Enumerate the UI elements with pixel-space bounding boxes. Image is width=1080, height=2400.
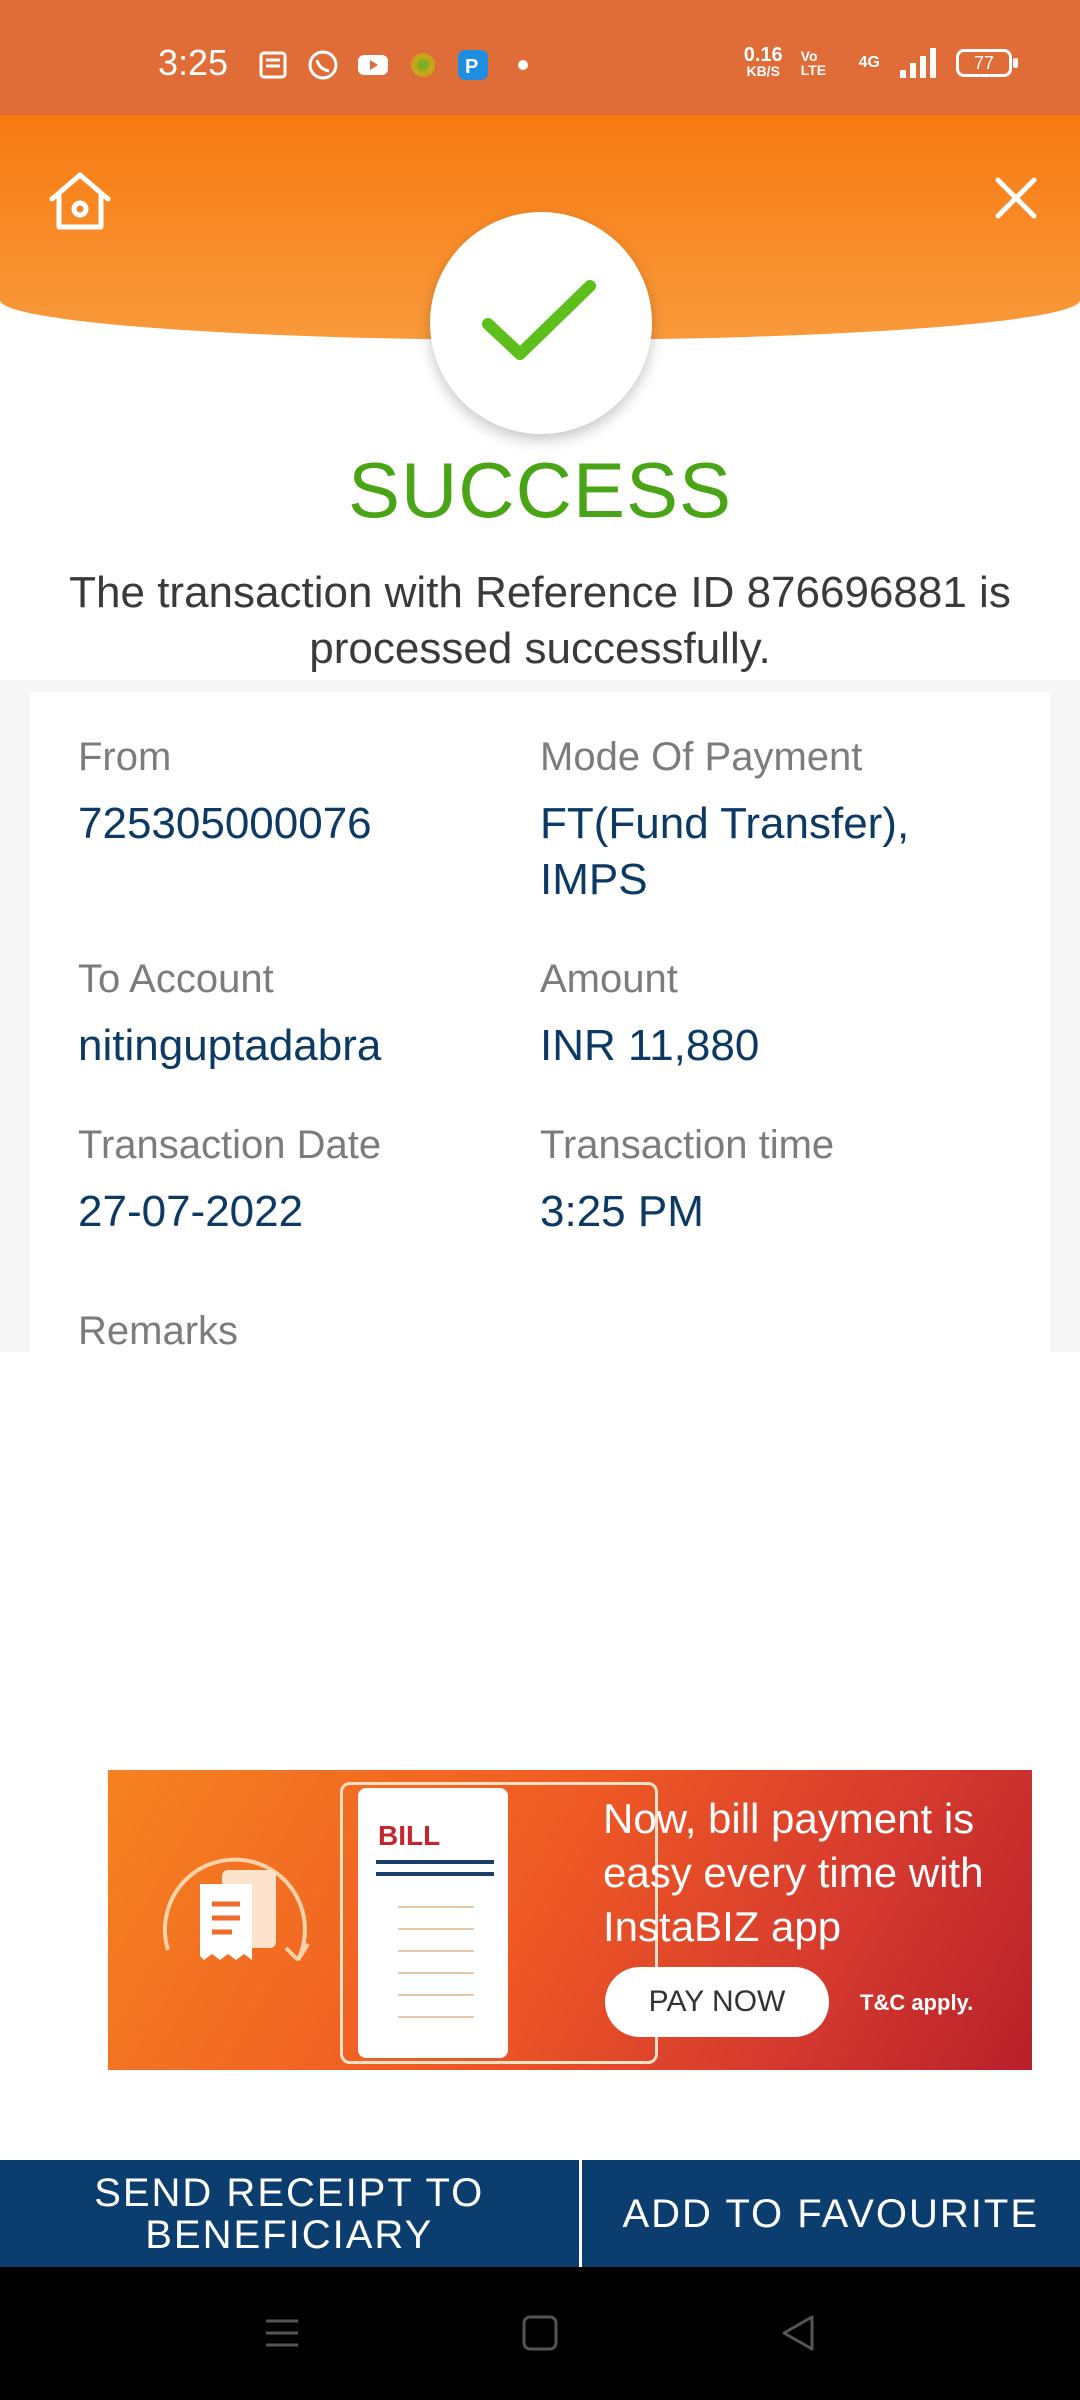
from-field: From 725305000076 <box>78 732 518 852</box>
transaction-details-card: From 725305000076 Mode Of Payment FT(Fun… <box>30 692 1050 1353</box>
bill-line <box>398 1950 474 1952</box>
remarks-label: Remarks <box>78 1309 239 1353</box>
checkmark-icon <box>482 280 596 360</box>
transaction-date-value: 27-07-2022 <box>78 1187 304 1236</box>
close-icon <box>995 177 1037 219</box>
to-account-value: nitinguptadabra <box>78 1021 382 1070</box>
from-label: From <box>78 735 172 779</box>
mode-label: Mode Of Payment <box>540 735 863 779</box>
add-to-favourite-button[interactable]: ADD TO FAVOURITE <box>582 2160 1080 2267</box>
notification-icons: P <box>256 48 540 82</box>
whatsapp-icon <box>308 50 338 80</box>
transaction-time-label: Transaction time <box>540 1123 835 1167</box>
terms-text: T&C apply. <box>860 1990 974 2015</box>
bank-app-icon: P <box>458 50 488 80</box>
network-type: 4G <box>858 54 880 71</box>
menu-icon[interactable] <box>262 2311 302 2355</box>
signal-icon <box>900 48 936 78</box>
bill-line <box>398 1928 474 1930</box>
news-icon <box>259 51 287 79</box>
home-square-icon[interactable] <box>520 2311 560 2355</box>
banner-text: Now, bill payment is easy every time wit… <box>603 1795 984 1950</box>
bill-line <box>376 1860 494 1864</box>
close-button[interactable] <box>990 172 1042 224</box>
promo-banner[interactable]: BILL Now, bill payment is easy every tim… <box>108 1770 1032 2070</box>
transaction-time-field: Transaction time 3:25 PM <box>540 1120 1020 1240</box>
network-speed: 0.16 KB/S <box>743 44 783 79</box>
system-navigation-bar <box>0 2267 1080 2400</box>
bill-line <box>398 1994 474 1996</box>
transaction-date-label: Transaction Date <box>78 1123 382 1167</box>
pay-now-button[interactable]: PAY NOW <box>605 1967 829 2037</box>
remarks-field: Remarks <box>78 1306 518 1356</box>
app-circle-icon <box>411 53 435 77</box>
status-time: 3:25 <box>158 42 229 83</box>
to-account-label: To Account <box>78 957 274 1001</box>
mode-value: FT(Fund Transfer), IMPS <box>540 799 910 904</box>
bill-label: BILL <box>378 1820 441 1851</box>
amount-label: Amount <box>540 957 678 1001</box>
more-notifications-dot <box>518 60 528 70</box>
mode-field: Mode Of Payment FT(Fund Transfer), IMPS <box>540 732 1020 908</box>
svg-text:P: P <box>465 56 478 78</box>
transaction-date-field: Transaction Date 27-07-2022 <box>78 1120 518 1240</box>
from-value: 725305000076 <box>78 799 372 848</box>
success-message: The transaction with Reference ID 876696… <box>69 568 1011 673</box>
receipt-icon <box>162 1857 310 1962</box>
status-bar: 3:25 P 0.16 KB/S Vo LTE 4G 77 <box>0 0 1080 115</box>
bill-line <box>398 2016 474 2018</box>
home-icon <box>49 172 111 230</box>
bill-line <box>376 1872 494 1876</box>
send-receipt-button[interactable]: SEND RECEIPT TO BENEFICIARY <box>0 2160 582 2267</box>
home-button[interactable] <box>44 165 116 237</box>
status-right: 0.16 KB/S Vo LTE 4G 77 <box>743 44 1018 80</box>
amount-value: INR 11,880 <box>540 1021 760 1070</box>
transaction-time-value: 3:25 PM <box>540 1187 704 1236</box>
success-title: SUCCESS <box>347 446 733 534</box>
bottom-action-bar: SEND RECEIPT TO BENEFICIARY ADD TO FAVOU… <box>0 2160 1080 2267</box>
back-icon[interactable] <box>778 2311 818 2355</box>
volte-indicator: Vo LTE <box>800 48 827 78</box>
to-account-field: To Account nitinguptadabra <box>78 954 518 1074</box>
battery-indicator: 77 <box>956 49 1018 77</box>
bill-line <box>398 1972 474 1974</box>
amount-field: Amount INR 11,880 <box>540 954 1020 1074</box>
bill-illustration: BILL <box>358 1788 508 2058</box>
bill-line <box>398 1906 474 1908</box>
success-check-badge <box>430 212 652 434</box>
youtube-icon <box>358 55 388 75</box>
